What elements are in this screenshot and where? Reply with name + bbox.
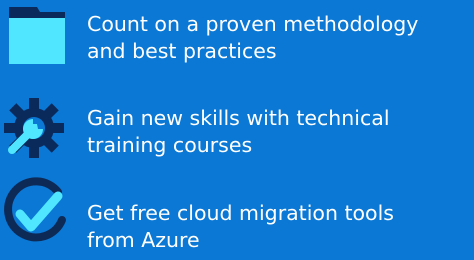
feature-text: Gain new skills with technical training … xyxy=(87,105,472,159)
feature-text-line-1: Count on a proven methodology xyxy=(87,12,419,36)
feature-text-line-2: and best practices xyxy=(87,39,277,63)
folder-icon xyxy=(0,0,80,80)
check-circle-icon xyxy=(0,176,80,256)
feature-text-line-2: from Azure xyxy=(87,228,200,252)
feature-text-line-1: Get free cloud migration tools xyxy=(87,201,394,225)
feature-text-line-1: Gain new skills with technical xyxy=(87,106,390,130)
feature-text: Get free cloud migration tools from Azur… xyxy=(87,200,472,254)
feature-text-line-2: training courses xyxy=(87,133,253,157)
feature-text: Count on a proven methodology and best p… xyxy=(87,11,472,65)
gear-wrench-icon xyxy=(0,90,80,170)
